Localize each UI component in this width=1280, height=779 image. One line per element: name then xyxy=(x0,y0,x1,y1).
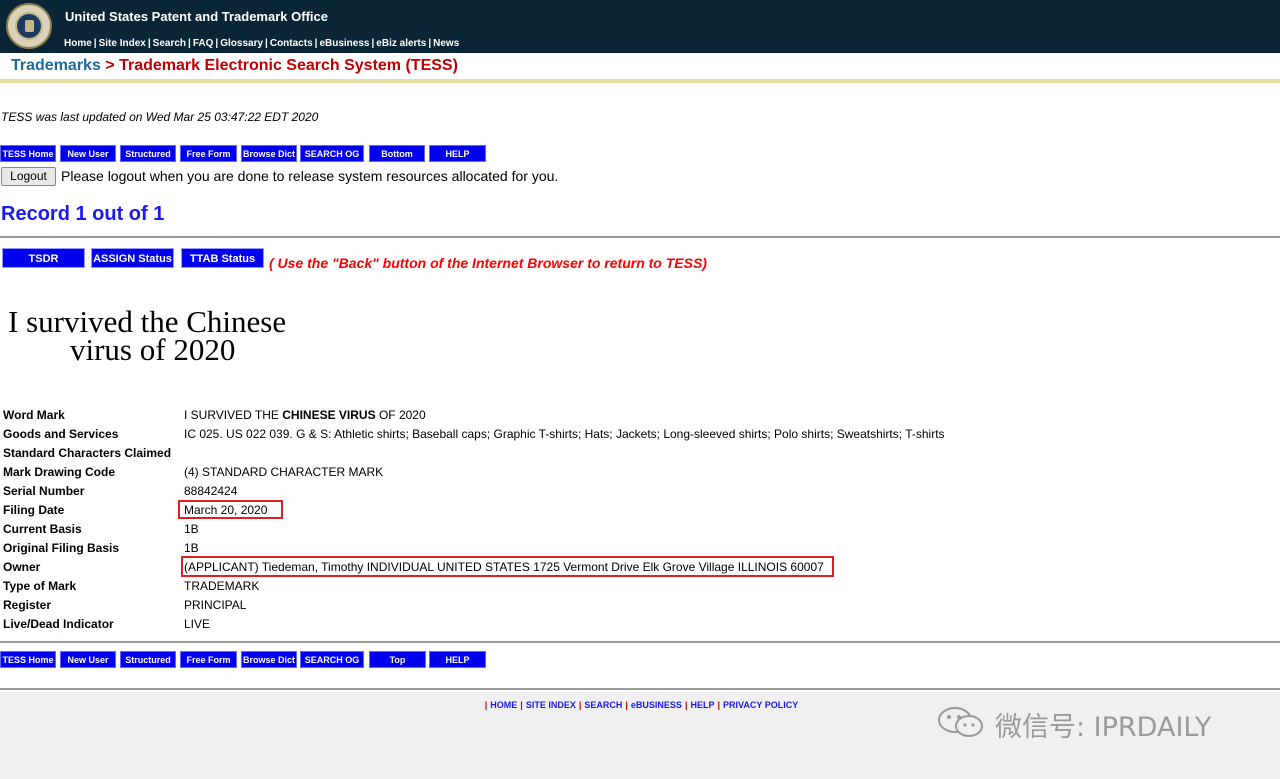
back-instruction: ( Use the "Back" button of the Internet … xyxy=(269,255,707,271)
nav-ebusiness[interactable]: eBusiness xyxy=(319,38,369,49)
field-label: Standard Characters Claimed xyxy=(3,446,172,460)
divider xyxy=(0,641,1280,643)
field-label: Type of Mark xyxy=(3,579,77,593)
field-row-serial-number: Serial Number 88842424 xyxy=(0,482,1100,501)
field-value: 1B xyxy=(184,522,199,536)
breadcrumb-tess: Trademark Electronic Search System (TESS… xyxy=(119,57,458,74)
owner-highlight xyxy=(181,556,834,577)
org-title[interactable]: United States Patent and Trademark Offic… xyxy=(65,9,328,24)
field-row-word-mark: Word Mark I SURVIVED THE CHINESE VIRUS O… xyxy=(0,406,1100,425)
field-row-standard-characters: Standard Characters Claimed xyxy=(0,444,1100,463)
field-label: Live/Dead Indicator xyxy=(3,617,114,631)
field-row-type-of-mark: Type of Mark TRADEMARK xyxy=(0,577,1100,596)
field-value: 1B xyxy=(184,541,199,555)
divider xyxy=(0,688,1280,690)
browse-dict-button[interactable]: Browse Dict xyxy=(241,651,297,668)
last-updated-text: TESS was last updated on Wed Mar 25 03:4… xyxy=(1,110,319,124)
structured-button[interactable]: Structured xyxy=(120,651,176,668)
field-value: (4) STANDARD CHARACTER MARK xyxy=(184,465,384,479)
watermark-text: 微信号: IPRDAILY xyxy=(995,712,1212,743)
field-value: PRINCIPAL xyxy=(184,598,247,612)
field-value: LIVE xyxy=(184,617,211,631)
structured-button[interactable]: Structured xyxy=(120,145,176,162)
new-user-button[interactable]: New User xyxy=(60,145,116,162)
tess-home-button[interactable]: TESS Home xyxy=(0,145,56,162)
uspto-seal-icon[interactable] xyxy=(6,3,52,49)
field-row-register: Register PRINCIPAL xyxy=(0,596,1100,615)
nav-home[interactable]: Home xyxy=(64,38,92,49)
new-user-button[interactable]: New User xyxy=(60,651,116,668)
footer-home-link[interactable]: HOME xyxy=(490,700,517,710)
bottom-button[interactable]: Bottom xyxy=(369,145,425,162)
field-label: Current Basis xyxy=(3,522,82,536)
wechat-icon xyxy=(938,707,983,737)
record-count: Record 1 out of 1 xyxy=(1,203,165,225)
nav-search[interactable]: Search xyxy=(153,38,186,49)
field-value: IC 025. US 022 039. G & S: Athletic shir… xyxy=(184,427,945,441)
field-value: 88842424 xyxy=(184,484,238,498)
top-button[interactable]: Top xyxy=(369,651,426,668)
field-row-live-dead: Live/Dead Indicator LIVE xyxy=(0,615,1100,634)
free-form-button[interactable]: Free Form xyxy=(180,651,237,668)
free-form-button[interactable]: Free Form xyxy=(180,145,237,162)
divider xyxy=(0,79,1280,83)
field-row-goods-services: Goods and Services IC 025. US 022 039. G… xyxy=(0,425,1100,444)
field-label: Word Mark xyxy=(3,408,65,422)
logout-message: Please logout when you are done to relea… xyxy=(61,168,559,184)
field-value: I SURVIVED THE CHINESE VIRUS OF 2020 xyxy=(184,408,426,422)
assign-status-button[interactable]: ASSIGN Status xyxy=(91,248,174,268)
breadcrumb: Trademarks > Trademark Electronic Search… xyxy=(11,57,458,75)
footer-site-index-link[interactable]: SITE INDEX xyxy=(526,700,576,710)
field-row-current-basis: Current Basis 1B xyxy=(0,520,1100,539)
nav-news[interactable]: News xyxy=(433,38,459,49)
field-label: Owner xyxy=(3,560,41,574)
field-label: Mark Drawing Code xyxy=(3,465,116,479)
tess-home-button[interactable]: TESS Home xyxy=(0,651,56,668)
help-button[interactable]: HELP xyxy=(429,651,486,668)
footer-help-link[interactable]: HELP xyxy=(690,700,714,710)
breadcrumb-trademarks[interactable]: Trademarks xyxy=(11,57,101,74)
field-label: Goods and Services xyxy=(3,427,119,441)
filing-date-highlight xyxy=(178,500,283,519)
mark-image: I survived the Chinese virus of 2020 xyxy=(8,306,328,367)
field-label: Filing Date xyxy=(3,503,65,517)
field-label: Original Filing Basis xyxy=(3,541,120,555)
browse-dict-button[interactable]: Browse Dict xyxy=(241,145,297,162)
nav-faq[interactable]: FAQ xyxy=(193,38,214,49)
top-nav: Home | Site Index | Search | FAQ | Glossary | Cont… xyxy=(64,38,460,49)
help-button[interactable]: HELP xyxy=(429,145,486,162)
field-value: TRADEMARK xyxy=(184,579,260,593)
nav-glossary[interactable]: Glossary xyxy=(220,38,263,49)
field-row-filing-date: Filing Date March 20, 2020 xyxy=(0,501,1100,520)
divider xyxy=(0,236,1280,238)
nav-ebiz-alerts[interactable]: eBiz alerts xyxy=(376,38,426,49)
header-bar: United States Patent and Trademark Offic… xyxy=(0,0,1280,53)
tsdr-button[interactable]: TSDR xyxy=(2,248,85,268)
field-label: Serial Number xyxy=(3,484,85,498)
footer-ebusiness-link[interactable]: eBUSINESS xyxy=(631,700,682,710)
breadcrumb-separator: > xyxy=(105,57,115,74)
footer-search-link[interactable]: SEARCH xyxy=(584,700,622,710)
search-og-button[interactable]: SEARCH OG xyxy=(300,145,364,162)
logout-button[interactable]: Logout xyxy=(1,167,56,186)
nav-contacts[interactable]: Contacts xyxy=(270,38,313,49)
nav-site-index[interactable]: Site Index xyxy=(99,38,146,49)
mark-line-2: virus of 2020 xyxy=(70,332,236,367)
footer-privacy-link[interactable]: PRIVACY POLICY xyxy=(723,700,798,710)
search-og-button[interactable]: SEARCH OG xyxy=(300,651,364,668)
field-label: Register xyxy=(3,598,52,612)
ttab-status-button[interactable]: TTAB Status xyxy=(181,248,264,268)
field-row-mark-drawing-code: Mark Drawing Code (4) STANDARD CHARACTER… xyxy=(0,463,1100,482)
